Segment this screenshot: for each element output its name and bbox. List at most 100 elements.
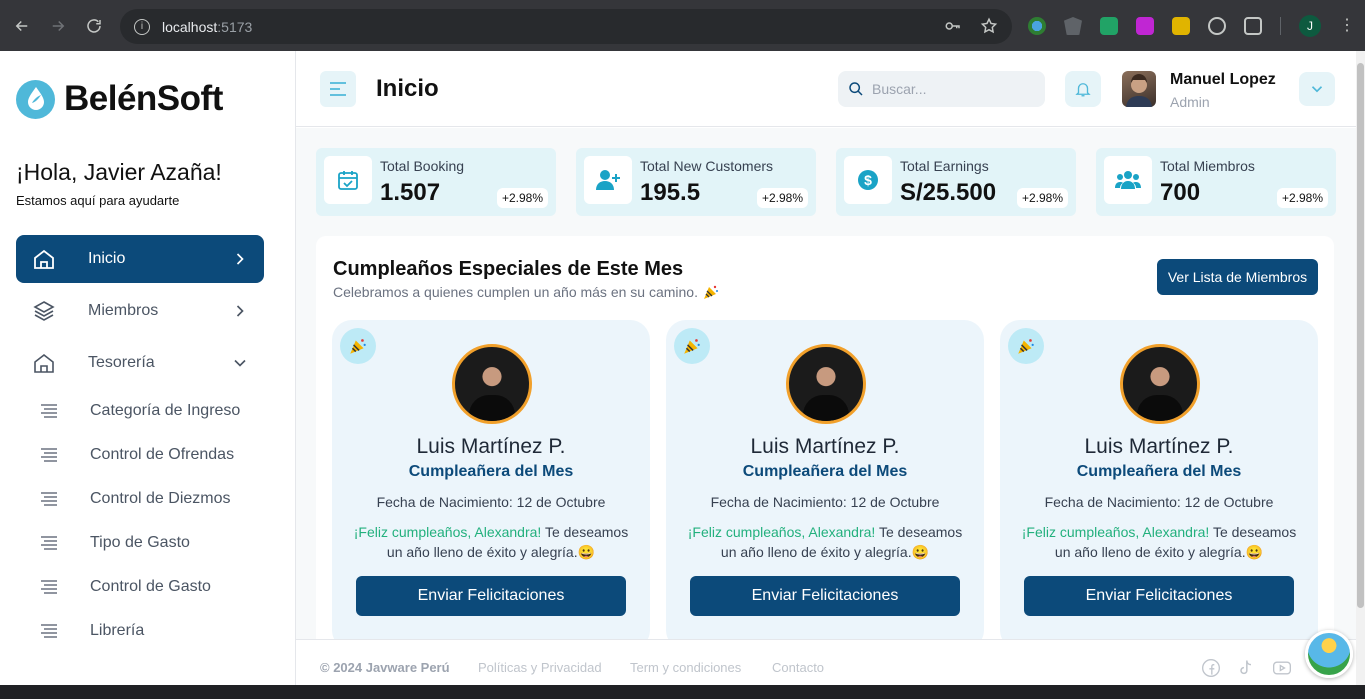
globe-extension-icon[interactable] [1028, 17, 1046, 35]
sheet-extension-icon[interactable] [1100, 17, 1118, 35]
sidebar-subitem-label: Control de Gasto [90, 578, 211, 595]
birthday-message: ¡Feliz cumpleaños, Alexandra! Te deseamo… [1020, 522, 1298, 562]
key-icon[interactable] [944, 17, 962, 35]
sidebar-subitem-label: Control de Diezmos [90, 490, 231, 507]
youtube-icon[interactable] [1271, 657, 1293, 679]
member-photo [786, 344, 866, 424]
member-photo [1120, 344, 1200, 424]
birthday-card: Luis Martínez P. Cumpleañera del Mes Fec… [1000, 320, 1318, 639]
layers-icon [32, 299, 56, 323]
star-icon[interactable] [980, 17, 998, 35]
scrollbar-thumb[interactable] [1357, 63, 1364, 608]
stat-badge: +2.98% [1016, 188, 1068, 208]
forward-button[interactable] [40, 8, 76, 44]
site-info-icon[interactable]: i [134, 18, 150, 35]
tiktok-icon[interactable] [1235, 657, 1257, 679]
extensions-bar: J ⋮ [1028, 15, 1355, 37]
target-extension-icon[interactable] [1208, 17, 1226, 35]
users-icon [1104, 156, 1152, 204]
menu-icon [330, 82, 346, 96]
view-members-button[interactable]: Ver Lista de Miembros [1157, 259, 1318, 295]
search-icon [849, 82, 863, 96]
send-congrats-button[interactable]: Enviar Felicitaciones [1024, 576, 1294, 616]
toolbar-divider [1280, 17, 1281, 35]
floating-assistant-icon[interactable] [1305, 630, 1353, 678]
download-extension-icon[interactable] [1136, 17, 1154, 35]
facebook-icon[interactable] [1200, 657, 1222, 679]
reload-button[interactable] [76, 8, 112, 44]
birthdays-panel: Cumpleaños Especiales de Este Mes Celebr… [316, 236, 1334, 639]
stat-card-customers: Total New Customers 195.5 +2.98% [576, 148, 816, 216]
sidebar-item-inicio[interactable]: Inicio [16, 235, 264, 283]
user-role: Admin [1170, 94, 1210, 110]
user-avatar[interactable] [1122, 71, 1156, 107]
footer-link-privacy[interactable]: Políticas y Privacidad [478, 660, 602, 675]
profile-avatar[interactable]: J [1299, 15, 1321, 37]
brand-logo[interactable]: BelénSoft [16, 79, 223, 119]
footer-link-contact[interactable]: Contacto [772, 660, 824, 675]
reload-icon [87, 19, 101, 33]
list-icon [41, 580, 57, 594]
url-port: :5173 [217, 18, 253, 35]
sidebar-subitem-libreria[interactable]: Librería [40, 619, 144, 643]
home-icon [32, 351, 56, 375]
page-scrollbar[interactable] [1356, 51, 1365, 685]
member-role: Cumpleañera del Mes [742, 463, 908, 480]
sidebar-item-tesoreria[interactable]: Tesorería [16, 339, 264, 387]
shield-extension-icon[interactable] [1064, 17, 1082, 35]
footer-copyright: © 2024 Javware Perú [320, 660, 450, 675]
member-name: Luis Martínez P. [416, 435, 566, 458]
grin-emoji-icon: 😀 [1245, 544, 1264, 560]
member-role: Cumpleañera del Mes [1076, 463, 1242, 480]
panel-title: Cumpleaños Especiales de Este Mes [333, 258, 684, 280]
send-congrats-button[interactable]: Enviar Felicitaciones [356, 576, 626, 616]
stat-label: Total Miembros [1160, 158, 1255, 174]
app-window: BelénSoft ¡Hola, Javier Azaña! Estamos a… [0, 51, 1356, 685]
taskbar-strip [0, 685, 1365, 699]
sidebar-item-label: Miembros [88, 302, 159, 319]
stat-badge: +2.98% [756, 188, 808, 208]
grin-emoji-icon: 😀 [577, 544, 596, 560]
party-popper-icon [1008, 328, 1044, 364]
birthday-message: ¡Feliz cumpleaños, Alexandra! Te deseamo… [352, 522, 630, 562]
note-extension-icon[interactable] [1172, 17, 1190, 35]
send-congrats-button[interactable]: Enviar Felicitaciones [690, 576, 960, 616]
dollar-icon: $ [844, 156, 892, 204]
birthday-greeting: ¡Feliz cumpleaños, Alexandra! [353, 524, 542, 540]
calendar-check-icon [324, 156, 372, 204]
search-input[interactable] [872, 81, 1032, 97]
back-button[interactable] [4, 8, 40, 44]
stat-value: 1.507 [380, 179, 441, 206]
sidebar-subitem-control-ofrendas[interactable]: Control de Ofrendas [40, 443, 234, 467]
bell-icon [1075, 83, 1091, 97]
sidebar-subitem-label: Librería [90, 622, 145, 639]
sidebar-subitem-control-gasto[interactable]: Control de Gasto [40, 575, 211, 599]
stat-card-miembros: Total Miembros 700 +2.98% [1096, 148, 1336, 216]
sidebar-subitem-tipo-gasto[interactable]: Tipo de Gasto [40, 531, 190, 555]
chevron-right-icon [236, 305, 244, 317]
sidebar-subitem-categoria-ingreso[interactable]: Categoría de Ingreso [40, 399, 240, 423]
member-photo [452, 344, 532, 424]
sidebar-subitem-control-diezmos[interactable]: Control de Diezmos [40, 487, 231, 511]
menu-toggle-button[interactable] [320, 71, 356, 107]
party-popper-icon [674, 328, 710, 364]
address-bar[interactable]: i localhost:5173 [120, 9, 1012, 44]
party-popper-icon [340, 328, 376, 364]
puzzle-icon[interactable] [1244, 17, 1262, 35]
notifications-button[interactable] [1065, 71, 1101, 107]
sidebar-subitem-label: Categoría de Ingreso [90, 402, 241, 419]
party-popper-icon [703, 285, 718, 299]
arrow-right-icon [52, 20, 65, 32]
list-icon [41, 448, 57, 462]
chevron-down-icon [1311, 86, 1323, 93]
sidebar-item-label: Tesorería [88, 354, 155, 371]
top-header: Inicio Manuel Lopez Admin [296, 51, 1356, 127]
sidebar-item-miembros[interactable]: Miembros [16, 287, 264, 335]
stat-label: Total Booking [380, 158, 465, 174]
svg-text:$: $ [864, 172, 872, 188]
chevron-down-icon [234, 359, 246, 367]
more-menu-icon[interactable]: ⋮ [1339, 18, 1355, 34]
brand-name: BelénSoft [64, 79, 223, 118]
user-menu-button[interactable] [1299, 72, 1335, 106]
footer-link-terms[interactable]: Term y condiciones [630, 660, 741, 675]
